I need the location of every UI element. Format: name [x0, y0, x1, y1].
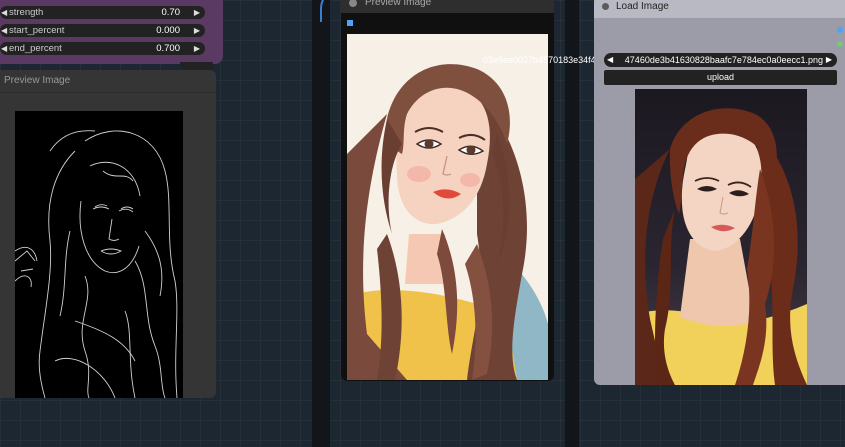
widget-label: start_percent — [9, 25, 65, 36]
image-output-slot-icon[interactable] — [837, 27, 843, 33]
node-title: Preview Image — [365, 0, 432, 8]
params-node-tab — [180, 62, 213, 70]
strength-widget[interactable]: ◀ strength 0.70 ▶ — [0, 6, 205, 19]
divider — [0, 92, 216, 93]
node-title: Load Image — [616, 1, 669, 12]
mask-output-slot-icon[interactable] — [837, 41, 843, 47]
link-wire-right — [565, 0, 579, 447]
end-percent-widget[interactable]: ◀ end_percent 0.700 ▶ — [0, 42, 205, 55]
collapse-dot-icon[interactable] — [602, 3, 609, 10]
node-titlebar[interactable]: Load Image — [594, 0, 845, 18]
decrement-arrow-icon[interactable]: ◀ — [1, 24, 7, 37]
widget-value: 0.000 — [156, 25, 180, 36]
start-percent-widget[interactable]: ◀ start_percent 0.000 ▶ — [0, 24, 205, 37]
image-select-combo[interactable]: ◀ 47460de3b41630828baafc7e784ec0a0eecc1.… — [604, 53, 837, 67]
widget-label: end_percent — [9, 43, 62, 54]
loaded-photo-image — [635, 89, 807, 385]
collapse-dot-icon[interactable] — [349, 0, 357, 7]
increment-arrow-icon[interactable]: ▶ — [194, 6, 200, 19]
node-title: Preview Image — [4, 75, 71, 86]
controlnet-params-node[interactable]: ◀ strength 0.70 ▶ ◀ start_percent 0.000 … — [0, 0, 223, 64]
decrement-arrow-icon[interactable]: ◀ — [1, 6, 7, 19]
node-titlebar[interactable]: Preview Image — [341, 0, 554, 13]
increment-arrow-icon[interactable]: ▶ — [194, 42, 200, 55]
preview-image-node-left[interactable]: Preview Image — [0, 70, 216, 398]
decrement-arrow-icon[interactable]: ◀ — [1, 42, 7, 55]
upload-button[interactable]: upload — [604, 70, 837, 85]
image-filename: 47460de3b41630828baafc7e784ec0a0eecc1.pn… — [624, 55, 823, 65]
widget-label: strength — [9, 7, 44, 18]
widget-value: 0.70 — [161, 7, 181, 18]
next-arrow-icon[interactable]: ▶ — [826, 53, 832, 67]
anime-preview-image — [347, 34, 548, 380]
load-image-node[interactable]: Load Image ◀ 47460de3b41630828baafc7e784… — [594, 0, 845, 385]
link-wire-vertical — [312, 0, 330, 447]
canny-edge-preview-image — [15, 111, 183, 398]
widget-value: 0.700 — [156, 43, 180, 54]
input-slot-icon[interactable] — [347, 20, 353, 26]
increment-arrow-icon[interactable]: ▶ — [194, 24, 200, 37]
